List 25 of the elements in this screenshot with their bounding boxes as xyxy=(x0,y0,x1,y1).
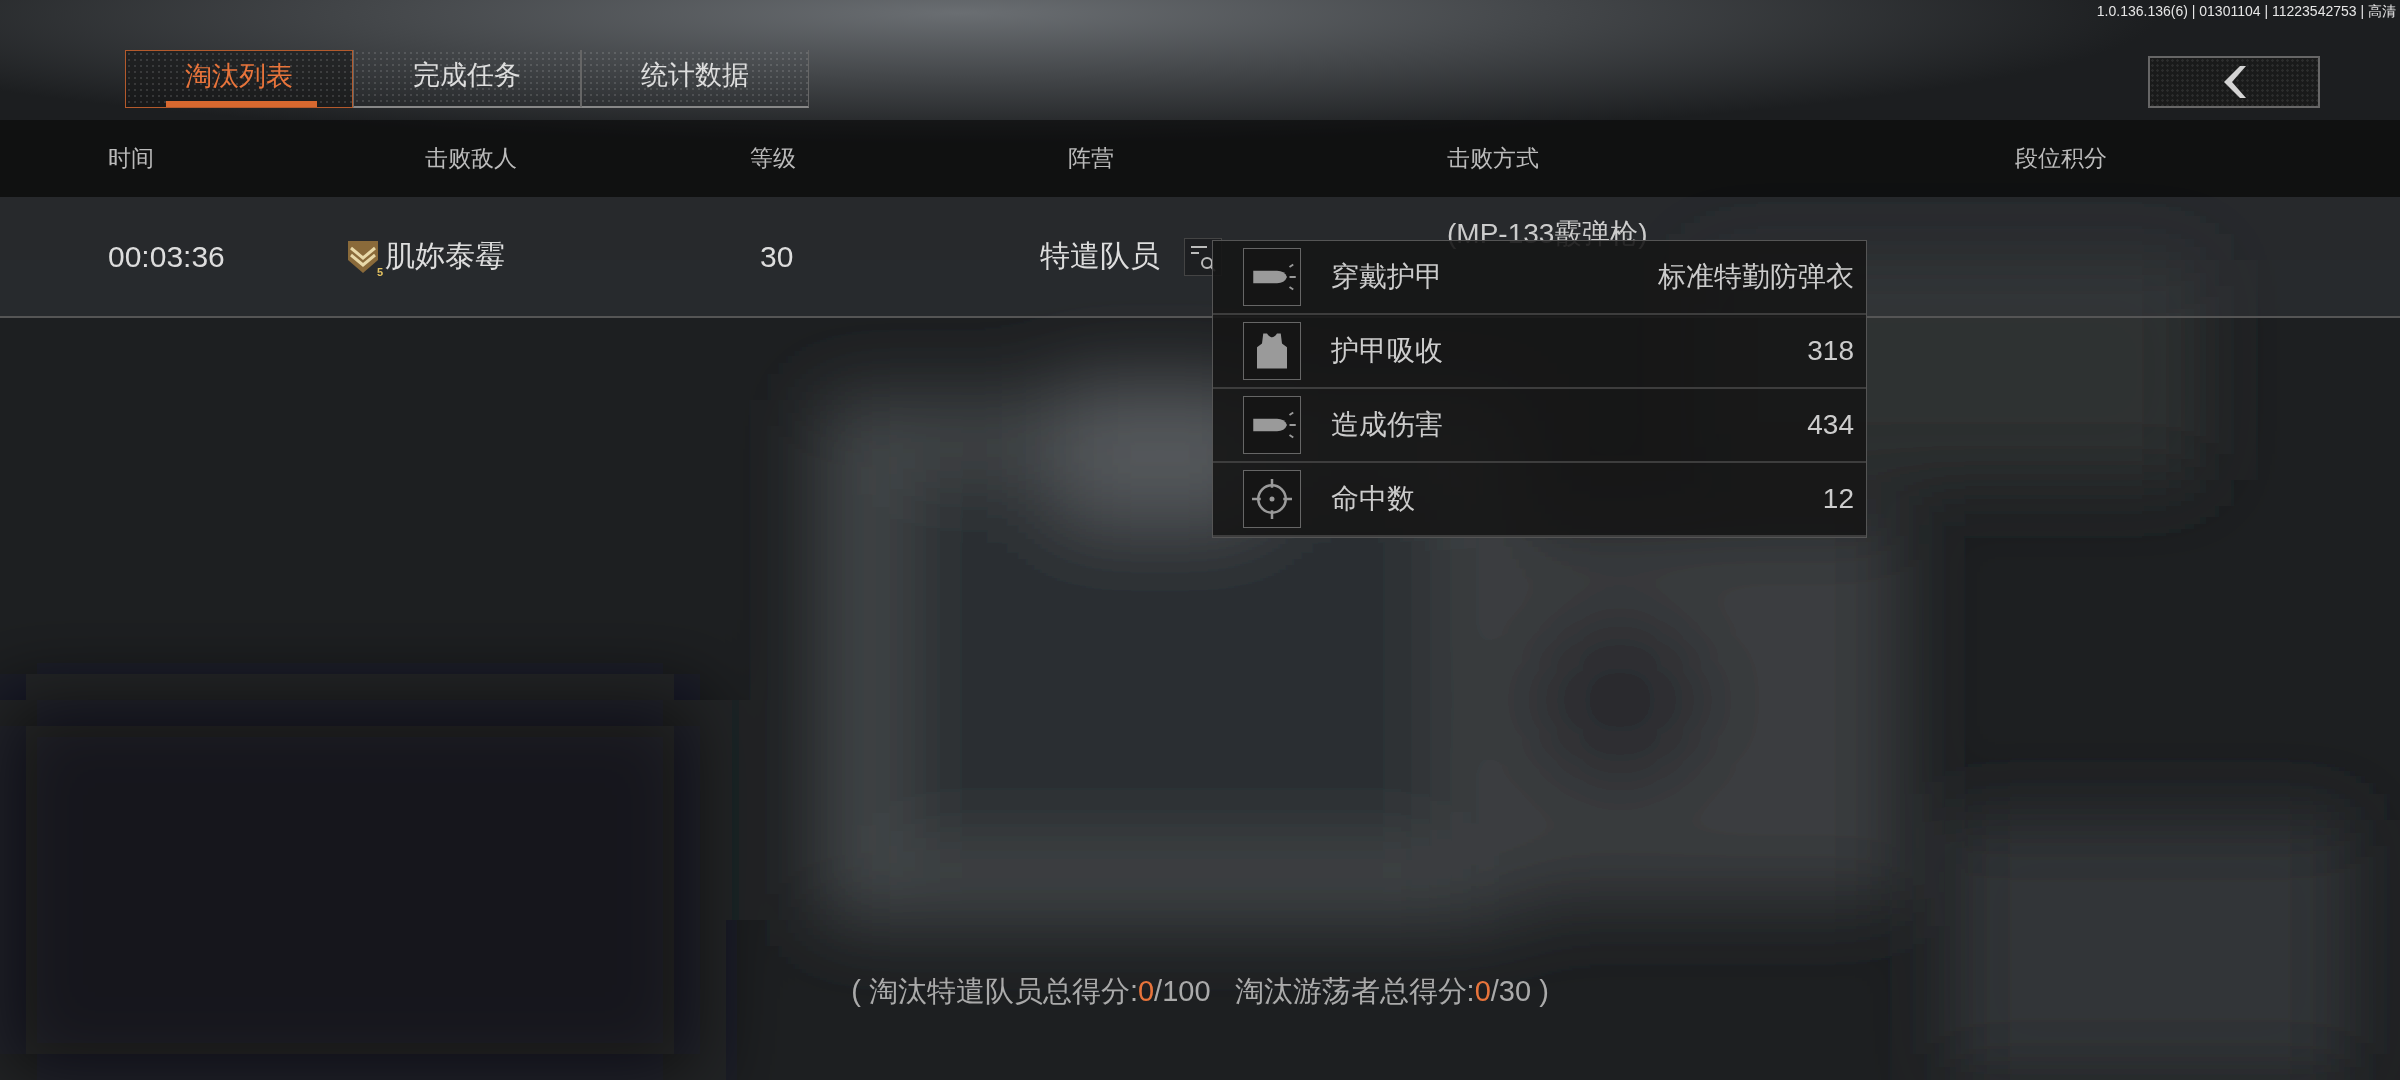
tab[interactable]: 统计数据 xyxy=(581,50,809,108)
level-cell-text: 30 xyxy=(760,239,795,274)
back-button[interactable] xyxy=(2148,56,2320,108)
stat-value: 标准特勤防弹衣 xyxy=(1658,260,1854,294)
column-header: 击败方式 xyxy=(1447,144,1540,173)
stat-label: 命中数 xyxy=(1331,482,1416,516)
tab[interactable]: 淘汰列表 xyxy=(125,50,353,108)
stat-value: 12 xyxy=(1822,483,1854,515)
time-cell-text: 00:03:36 xyxy=(108,239,226,274)
stat-label: 穿戴护甲 xyxy=(1331,260,1444,294)
column-header: 击败敌人 xyxy=(425,144,518,173)
column-header: 阵营 xyxy=(1068,144,1115,173)
column-header: 等级 xyxy=(750,144,797,173)
stat-value: 434 xyxy=(1807,409,1854,441)
score-summary: ( 淘汰特遣队员总得分:0/100 淘汰游荡者总得分:0/30 ) xyxy=(850,974,1550,1009)
stat-label: 造成伤害 xyxy=(1331,408,1444,442)
faction-cell-text: 特遣队员 xyxy=(1040,238,1160,274)
stat-label: 护甲吸收 xyxy=(1331,334,1444,368)
enemy-name: 肌妳泰霉 xyxy=(385,238,505,274)
stat-value: 318 xyxy=(1807,335,1854,367)
kill-method: (MP-133霰弹枪) xyxy=(1447,217,1648,252)
tab[interactable]: 完成任务 xyxy=(353,50,581,108)
column-header: 段位积分 xyxy=(2015,144,2108,173)
version-info: 1.0.136.136(6) | 01301104 | 11223542753 | 高清 xyxy=(2096,3,2396,21)
column-header: 时间 xyxy=(108,144,155,173)
